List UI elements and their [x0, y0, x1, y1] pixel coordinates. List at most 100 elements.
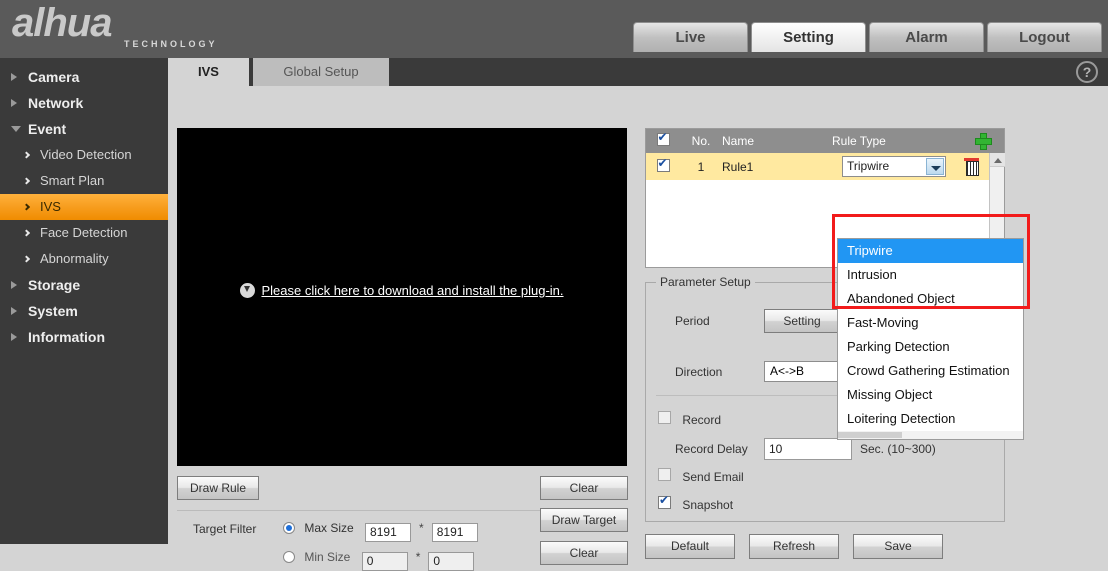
nav-tab-alarm[interactable]: Alarm: [869, 22, 984, 52]
max-size-row: Max Size *: [283, 521, 478, 542]
record-checkbox[interactable]: [658, 411, 671, 424]
sidebar-item-event[interactable]: Event: [0, 116, 168, 142]
dropdown-option-intrusion[interactable]: Intrusion: [838, 263, 1023, 287]
content-tabbar: IVS Global Setup ?: [168, 58, 1108, 86]
ivs-body: Please click here to download and instal…: [168, 86, 1108, 571]
sidebar-item-face-detection[interactable]: Face Detection: [0, 220, 168, 246]
target-filter-label: Target Filter: [193, 522, 257, 536]
row-checkbox[interactable]: [656, 156, 670, 172]
dropdown-horizontal-scrollbar[interactable]: [838, 431, 1023, 439]
clear-rule-button[interactable]: Clear: [540, 476, 628, 500]
default-button[interactable]: Default: [645, 534, 735, 559]
min-width-input[interactable]: [361, 551, 408, 571]
sidebar-item-smart-plan[interactable]: Smart Plan: [0, 168, 168, 194]
column-name: Name: [722, 134, 755, 148]
tab-global-setup[interactable]: Global Setup: [253, 58, 389, 86]
sidebar-item-label: Video Detection: [40, 147, 132, 162]
send-email-label: Send Email: [682, 470, 744, 484]
sidebar-item-video-detection[interactable]: Video Detection: [0, 142, 168, 168]
save-button[interactable]: Save: [853, 534, 943, 559]
parameter-setup-legend: Parameter Setup: [656, 275, 755, 289]
plugin-install-notice: Please click here to download and instal…: [177, 283, 627, 298]
add-rule-icon[interactable]: [975, 133, 992, 150]
rule-type-select[interactable]: Tripwire: [842, 156, 946, 177]
row-no: 1: [697, 159, 705, 174]
max-height-input[interactable]: [431, 522, 478, 542]
dropdown-option-parking-detection[interactable]: Parking Detection: [838, 335, 1023, 359]
direction-label: Direction: [675, 365, 723, 379]
sidebar-item-label: Camera: [28, 69, 80, 85]
scroll-up-arrow[interactable]: [990, 153, 1005, 167]
sidebar-item-label: Face Detection: [40, 225, 128, 240]
row-name: Rule1: [722, 159, 754, 174]
period-label: Period: [675, 314, 710, 328]
chevron-right-icon: [22, 151, 31, 159]
delete-rule-icon[interactable]: [964, 158, 979, 176]
chevron-down-icon[interactable]: [926, 158, 944, 175]
sidebar-item-label: Smart Plan: [40, 173, 105, 188]
download-icon: [240, 283, 256, 298]
chevron-right-icon: [22, 203, 31, 211]
dropdown-option-abandoned-object[interactable]: Abandoned Object: [838, 287, 1023, 311]
rule-type-dropdown[interactable]: Tripwire Intrusion Abandoned Object Fast…: [837, 238, 1024, 440]
tab-ivs[interactable]: IVS: [168, 58, 249, 86]
sidebar-item-ivs[interactable]: IVS: [0, 194, 168, 220]
sidebar-item-storage[interactable]: Storage: [0, 272, 168, 298]
table-row[interactable]: 1 Rule1 Tripwire: [646, 153, 1004, 180]
rule-list-header: No. Name Rule Type: [646, 129, 1004, 153]
column-no: No.: [691, 134, 711, 148]
sidebar-item-information[interactable]: Information: [0, 324, 168, 350]
help-icon[interactable]: ?: [1076, 61, 1098, 83]
refresh-button[interactable]: Refresh: [749, 534, 839, 559]
sidebar-item-label: Event: [28, 121, 67, 137]
send-email-checkbox[interactable]: [658, 468, 671, 481]
sidebar-item-network[interactable]: Network: [0, 90, 168, 116]
min-height-input[interactable]: [428, 551, 475, 571]
main-nav: Live Setting Alarm Logout: [633, 22, 1102, 52]
chevron-right-icon: [11, 333, 17, 341]
dahua-logo: alhua TECHNOLOGY: [8, 3, 298, 55]
snapshot-row: Snapshot: [658, 493, 733, 512]
period-setting-button[interactable]: Setting: [764, 309, 840, 333]
max-size-label: Max Size: [304, 521, 354, 535]
video-preview-panel[interactable]: Please click here to download and instal…: [177, 128, 627, 466]
sidebar-item-abnormality[interactable]: Abnormality: [0, 246, 168, 272]
select-all-checkbox[interactable]: [656, 130, 670, 146]
chevron-right-icon: [11, 307, 17, 315]
row-select-cell: [646, 156, 680, 175]
sidebar-item-label: Network: [28, 95, 84, 111]
record-row: Record: [658, 411, 721, 427]
record-delay-input[interactable]: [764, 438, 852, 460]
chevron-right-icon: [22, 255, 31, 263]
nav-tab-logout[interactable]: Logout: [987, 22, 1102, 52]
draw-target-button[interactable]: Draw Target: [540, 508, 628, 532]
clear-target-button[interactable]: Clear: [540, 541, 628, 565]
content-area: IVS Global Setup ? Please click here to …: [168, 58, 1108, 571]
dropdown-option-loitering-detection[interactable]: Loitering Detection: [838, 407, 1023, 431]
nav-tab-live[interactable]: Live: [633, 22, 748, 52]
snapshot-checkbox[interactable]: [658, 493, 671, 509]
dropdown-option-tripwire[interactable]: Tripwire: [838, 239, 1023, 263]
multiply-symbol: *: [419, 521, 424, 535]
rule-type-value: Tripwire: [847, 159, 890, 173]
sidebar-item-system[interactable]: System: [0, 298, 168, 324]
record-delay-unit: Sec. (10~300): [860, 442, 936, 456]
max-size-radio[interactable]: [283, 522, 295, 534]
multiply-symbol: *: [415, 550, 421, 564]
record-label: Record: [682, 413, 722, 427]
send-email-row: Send Email: [658, 468, 744, 484]
plugin-download-link[interactable]: Please click here to download and instal…: [261, 283, 563, 298]
sidebar: Camera Network Event Video Detection Sma…: [0, 58, 168, 544]
max-width-input[interactable]: [365, 522, 412, 542]
footer-buttons: Default Refresh Save: [645, 534, 943, 559]
min-size-radio[interactable]: [283, 551, 295, 563]
min-size-label: Min Size: [304, 550, 351, 564]
nav-tab-setting[interactable]: Setting: [751, 22, 866, 52]
dropdown-option-fast-moving[interactable]: Fast-Moving: [838, 311, 1023, 335]
dropdown-option-crowd-gathering-estimation[interactable]: Crowd Gathering Estimation: [838, 359, 1023, 383]
draw-rule-button[interactable]: Draw Rule: [177, 476, 259, 500]
dropdown-option-missing-object[interactable]: Missing Object: [838, 383, 1023, 407]
min-size-row: Min Size *: [283, 550, 475, 571]
sidebar-item-camera[interactable]: Camera: [0, 64, 168, 90]
sidebar-item-label: Abnormality: [40, 251, 109, 266]
